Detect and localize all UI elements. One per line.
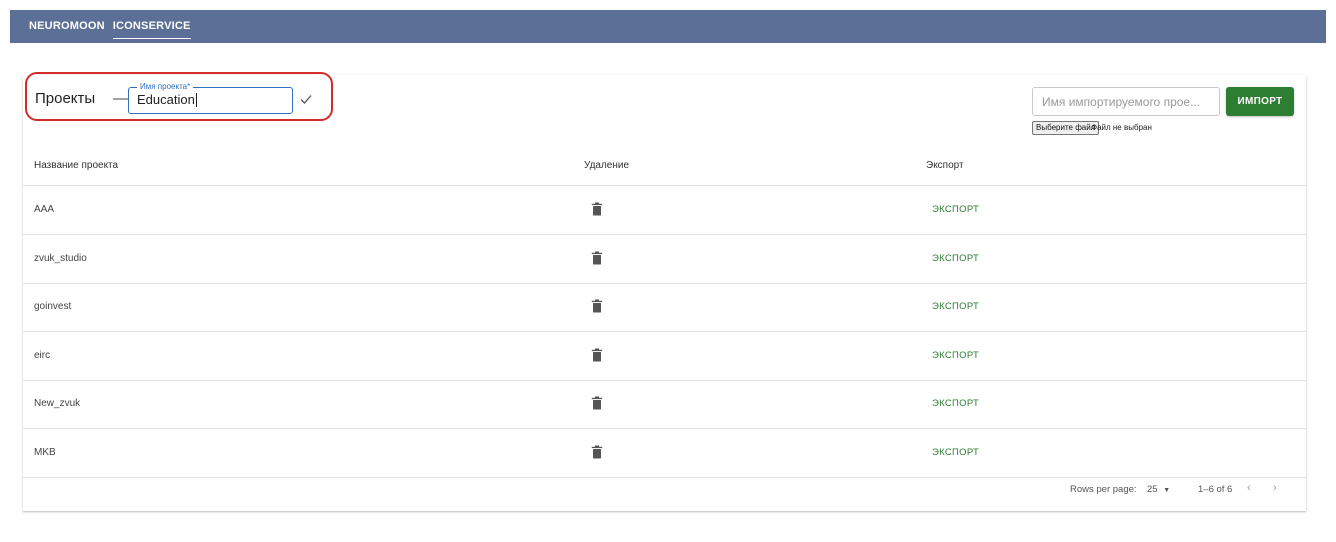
table-row: MKB ЭКСПОРТ (23, 429, 1306, 478)
export-button[interactable]: ЭКСПОРТ (932, 447, 979, 458)
project-name-input[interactable]: Education (137, 93, 197, 107)
top-navbar: NEUROMOON ICONSERVICE (10, 10, 1326, 43)
trash-icon[interactable] (591, 348, 603, 362)
project-name-cell: MKB (34, 446, 56, 458)
table-row: goinvest ЭКСПОРТ (23, 283, 1306, 332)
export-button[interactable]: ЭКСПОРТ (932, 301, 979, 312)
projects-card: Проекты — Имя проекта* Education Имя имп… (23, 72, 1306, 511)
title-separator: — (113, 90, 128, 107)
trash-icon[interactable] (591, 445, 603, 459)
export-button[interactable]: ЭКСПОРТ (932, 253, 979, 264)
trash-icon[interactable] (591, 299, 603, 313)
column-header-export: Экспорт (926, 160, 964, 171)
table-header: Название проекта Удаление Экспорт (23, 151, 1306, 186)
dropdown-arrow-icon: ▼ (1163, 487, 1171, 494)
project-name-cell: zvuk_studio (34, 252, 87, 264)
pagination-range: 1–6 of 6 (1198, 484, 1233, 495)
table-row: eirc ЭКСПОРТ (23, 332, 1306, 381)
project-name-cell: AAA (34, 204, 55, 215)
table-row: AAA ЭКСПОРТ (23, 186, 1306, 235)
nav-item-iconservice[interactable]: ICONSERVICE (112, 20, 191, 39)
rows-per-page-value: 25 (1147, 484, 1158, 495)
rows-per-page-select[interactable]: 25 ▼ (1147, 484, 1170, 495)
table-row: zvuk_studio ЭКСПОРТ (23, 235, 1306, 284)
trash-icon[interactable] (591, 202, 603, 216)
project-name-cell: goinvest (34, 301, 72, 312)
export-button[interactable]: ЭКСПОРТ (932, 398, 979, 409)
chevron-left-icon[interactable]: ‹ (1247, 482, 1251, 494)
chevron-right-icon[interactable]: › (1273, 482, 1277, 494)
table-row: New_zvuk ЭКСПОРТ (23, 380, 1306, 429)
import-project-name-input[interactable]: Имя импортируемого прое... (1032, 87, 1220, 116)
export-button[interactable]: ЭКСПОРТ (932, 204, 979, 215)
export-button[interactable]: ЭКСПОРТ (932, 350, 979, 361)
project-name-label: Имя проекта* (137, 82, 194, 92)
column-header-name: Название проекта (34, 160, 119, 171)
rows-per-page-label: Rows per page: (1070, 484, 1137, 495)
choose-file-button[interactable]: Выберите файл (1032, 121, 1100, 135)
page-title: Проекты (35, 90, 96, 107)
project-name-field[interactable]: Имя проекта* Education (128, 82, 293, 114)
import-button[interactable]: ИМПОРТ (1226, 87, 1294, 116)
file-status: Файл не выбран (1091, 123, 1152, 132)
trash-icon[interactable] (591, 396, 603, 410)
trash-icon[interactable] (591, 251, 603, 265)
column-header-delete: Удаление (584, 160, 630, 171)
check-icon[interactable] (299, 92, 313, 106)
project-name-cell: eirc (34, 349, 51, 361)
project-name-cell: New_zvuk (34, 398, 81, 409)
nav-item-neuromoon[interactable]: NEUROMOON (29, 20, 105, 34)
